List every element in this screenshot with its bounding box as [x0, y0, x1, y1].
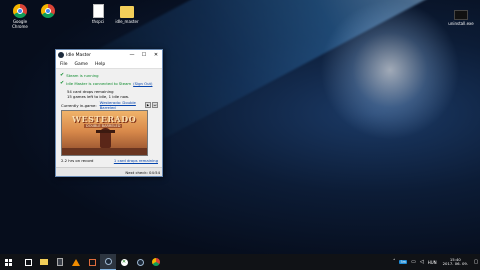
desktop-icon-thspci[interactable]: thspci [83, 4, 113, 24]
current-game-link[interactable]: Westerado: Double Barreled [100, 100, 144, 110]
status-bar: Next check: 04:54 [56, 167, 162, 176]
idle-master-icon [104, 258, 112, 265]
menu-game[interactable]: Game [75, 62, 88, 67]
sign-out-link[interactable]: (Sign Out) [133, 81, 152, 86]
taskbar-task-view[interactable] [20, 254, 36, 270]
games-left-text: 15 games left to idle, 1 idle now. [67, 94, 130, 99]
checkmark-icon: ✔ [60, 72, 65, 78]
game-art-title: WESTERADO [72, 114, 137, 124]
taskbar-vlc[interactable] [68, 254, 84, 270]
network-icon[interactable]: ▭ [411, 259, 416, 265]
clock-date: 2017. 06. 09. [442, 261, 468, 266]
status-connected: ✔ Idle Master is connected to Steam (Sig… [60, 79, 162, 87]
start-button[interactable] [0, 254, 16, 270]
chevron-up-icon[interactable]: ˄ [393, 259, 396, 265]
windows-logo-icon [4, 258, 12, 266]
folder-icon [120, 6, 134, 18]
taskbar: ✕ ˄ 5m ▭ ◁ HUN 15:40 2017. 06. 09. ▢ [0, 254, 480, 270]
desktop-icon-idle-master[interactable]: idle_master [112, 4, 142, 24]
game-header-image: WESTERADO DOUBLE BARRELED [61, 110, 148, 156]
time-on-record: 2.2 hrs on record [61, 158, 94, 163]
desktop-icon-label: uninstall.exe [448, 21, 474, 26]
file-icon [92, 4, 104, 18]
idle-master-app-icon [58, 52, 64, 58]
taskbar-xbox[interactable]: ✕ [116, 254, 132, 270]
desktop-icon-chrome-2[interactable] [33, 4, 63, 19]
maximize-button[interactable]: ☐ [138, 50, 150, 60]
currently-in-game-row: Currently in-game: Westerado: Double Bar… [61, 100, 158, 110]
idle-master-window: Idle Master — ☐ ✕ File Game Help ✔ Steam… [55, 49, 163, 177]
taskbar-file-explorer[interactable] [36, 254, 52, 270]
language-indicator[interactable]: HUN [428, 260, 437, 265]
calculator-icon [57, 258, 63, 266]
taskbar-app[interactable] [84, 254, 100, 270]
game-stats-row: 2.2 hrs on record 1 card drops remaining [61, 158, 158, 163]
task-view-icon [24, 258, 32, 266]
clock[interactable]: 15:40 2017. 06. 09. [442, 257, 468, 267]
checkmark-icon: ✔ [60, 80, 65, 86]
taskbar-idle-master[interactable] [100, 254, 116, 270]
menu-file[interactable]: File [60, 62, 68, 67]
desktop-icon-uninstall[interactable]: uninstall.exe [448, 10, 474, 26]
app-icon [454, 10, 468, 20]
close-button[interactable]: ✕ [150, 50, 162, 60]
taskbar-chrome[interactable] [148, 254, 164, 270]
next-check-text: Next check: 04:54 [125, 169, 160, 175]
chrome-icon [13, 4, 27, 18]
play-button[interactable]: ▶ [145, 102, 151, 108]
tray-badge[interactable]: 5m [399, 260, 408, 264]
title-bar[interactable]: Idle Master — ☐ ✕ [56, 50, 162, 60]
chrome-icon [41, 4, 55, 18]
chrome-icon [152, 258, 160, 266]
notification-center-icon[interactable]: ▢ [472, 254, 480, 270]
menu-help[interactable]: Help [95, 62, 105, 67]
folder-icon [40, 259, 48, 265]
drop-info: 54 card drops remaining 15 games left to… [67, 89, 162, 99]
desktop-icon-label: idle_master [115, 19, 139, 24]
skip-button[interactable]: ⏭ [152, 102, 158, 108]
art-ground [62, 148, 147, 155]
minimize-button[interactable]: — [126, 50, 138, 60]
currently-label: Currently in-game: [61, 102, 97, 108]
status-text: Steam is running [66, 72, 99, 78]
system-tray: ˄ 5m ▭ ◁ HUN 15:40 2017. 06. 09. ▢ [391, 254, 480, 270]
desktop-icon-label: Google Chrome [12, 19, 28, 29]
taskbar-steam[interactable] [132, 254, 148, 270]
volume-icon[interactable]: ◁ [420, 259, 424, 265]
xbox-icon: ✕ [120, 258, 128, 266]
app-icon [88, 258, 96, 266]
cowboy-figure [96, 128, 115, 148]
vlc-cone-icon [72, 258, 80, 266]
card-drops-link[interactable]: 1 card drops remaining [114, 158, 158, 163]
window-title: Idle Master [66, 52, 92, 58]
desktop-icon-chrome[interactable]: Google Chrome [5, 4, 35, 29]
wallpaper-planet-glow [320, 0, 460, 140]
menu-bar: File Game Help [56, 60, 162, 69]
desktop: Google Chrome thspci idle_master uninsta… [0, 0, 480, 270]
status-text: Idle Master is connected to Steam [66, 80, 132, 86]
steam-icon [136, 258, 144, 266]
desktop-icon-label: thspci [91, 19, 105, 24]
taskbar-calculator[interactable] [52, 254, 68, 270]
status-steam-running: ✔ Steam is running [60, 71, 162, 79]
